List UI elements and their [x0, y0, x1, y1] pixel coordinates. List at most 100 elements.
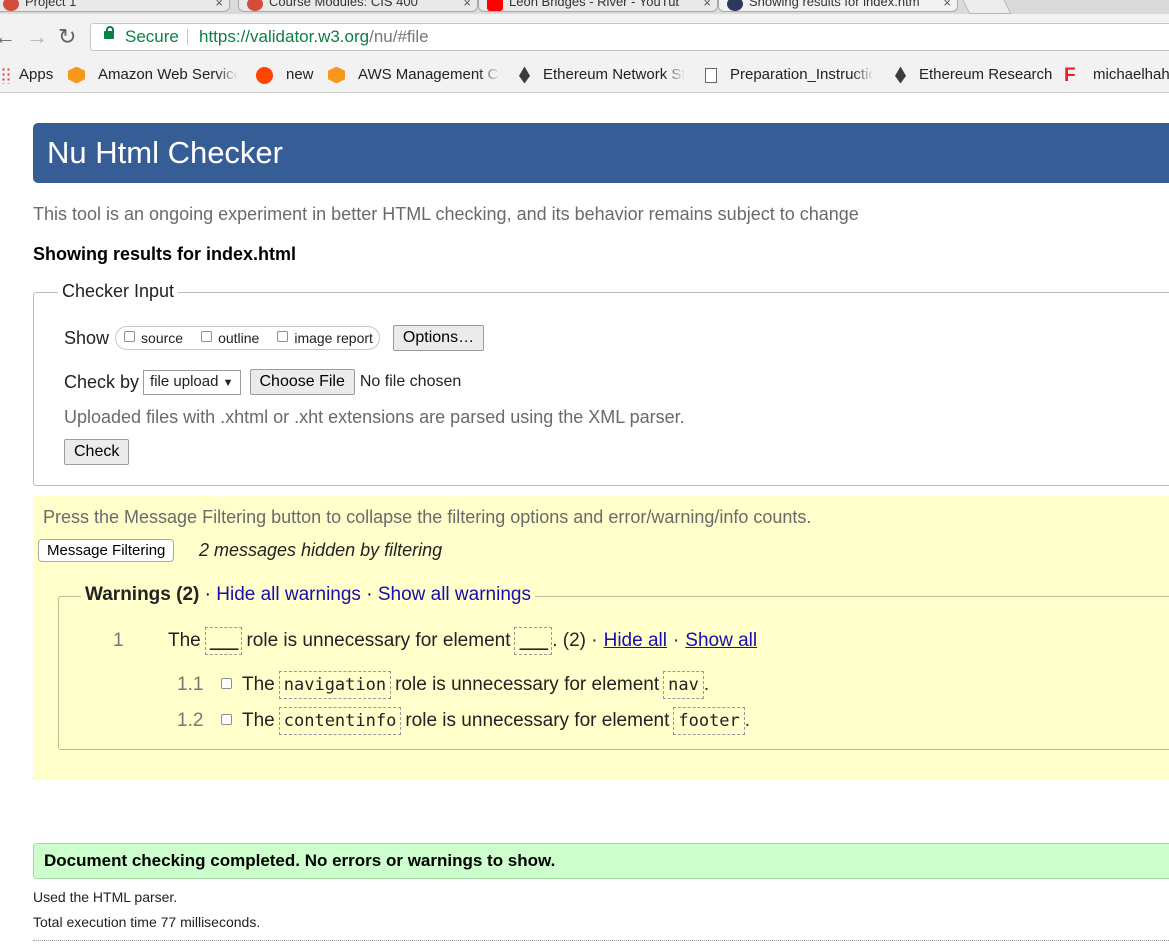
- tab-title: Leon Bridges - River - YouTube: [509, 0, 679, 9]
- bookmark-label: Preparation_Instructions: [730, 66, 874, 83]
- check-by-label: Check by: [64, 371, 140, 392]
- bookmark-new[interactable]: new: [256, 65, 314, 85]
- check-by-select[interactable]: file upload ▼: [143, 369, 241, 395]
- warning-message: 1.2 The contentinfo role is unnecessary …: [177, 707, 750, 735]
- group-number: 1: [113, 630, 124, 651]
- execution-time: Total execution time 77 milliseconds.: [33, 914, 261, 930]
- new-tab-button[interactable]: [960, 0, 1012, 14]
- results-heading: Showing results for index.html: [33, 244, 297, 264]
- hidden-messages-note: 2 messages hidden by filtering: [199, 540, 443, 560]
- browser-toolbar: ← → ↻ Secure https://validator.w3.org/nu…: [0, 14, 1169, 60]
- bookmark-label: michaelhah: [1093, 66, 1169, 83]
- intro-text: This tool is an ongoing experiment in be…: [33, 204, 859, 224]
- bookmark-ethereum-network-status[interactable]: Ethereum Network Status: [519, 65, 689, 85]
- show-row: Show source outline image report Options…: [64, 325, 485, 351]
- ethereum-icon: [519, 66, 530, 84]
- reload-icon[interactable]: ↻: [58, 24, 76, 50]
- address-bar[interactable]: Secure https://validator.w3.org/nu/#file: [90, 23, 1169, 51]
- tab-close-icon[interactable]: ×: [215, 0, 223, 10]
- message-number: 1.1: [177, 674, 204, 695]
- message-filtering-button[interactable]: Message Filtering: [38, 539, 175, 562]
- tab-title: Showing results for index.html: [749, 0, 919, 9]
- message-checkbox[interactable]: [221, 677, 232, 689]
- image-report-checkbox[interactable]: [277, 330, 289, 342]
- message-end: .: [703, 674, 710, 695]
- bookmark-ethereum-research[interactable]: Ethereum Research: [895, 65, 1052, 85]
- hide-all-warnings-link[interactable]: Hide all warnings: [216, 584, 361, 605]
- tab-close-icon[interactable]: ×: [943, 0, 951, 10]
- tab-title: Project 1: [25, 0, 77, 9]
- element-code: footer: [673, 707, 745, 735]
- message-end: .: [744, 710, 751, 731]
- apps-grid-icon: [0, 66, 10, 84]
- aws-cube-icon: [328, 66, 345, 84]
- check-by-value: file upload: [150, 372, 219, 390]
- outline-checkbox[interactable]: [201, 330, 213, 342]
- message-text: The: [168, 630, 201, 651]
- tab-title: Course Modules: CIS 400: [269, 0, 418, 9]
- ethereum-icon: [895, 66, 906, 84]
- bookmark-michaelhah[interactable]: F michaelhah: [1064, 65, 1169, 85]
- hide-all-link[interactable]: Hide all: [604, 630, 667, 652]
- source-checkbox[interactable]: [124, 330, 136, 342]
- tab-youtube[interactable]: Leon Bridges - River - YouTube ×: [478, 0, 718, 12]
- show-options-group: source outline image report: [115, 326, 380, 350]
- choose-file-button[interactable]: Choose File: [249, 369, 355, 395]
- url-path: /nu/#file: [369, 27, 429, 46]
- w3c-favicon-icon: [727, 0, 743, 11]
- checker-input-legend: Checker Input: [58, 281, 179, 302]
- tab-course-modules[interactable]: Course Modules: CIS 400 ×: [238, 0, 478, 12]
- group-count: . (2) ·: [552, 630, 598, 651]
- message-text: role is unnecessary for element: [405, 710, 670, 731]
- bookmark-apps[interactable]: Apps: [0, 65, 53, 85]
- completion-status: Document checking completed. No errors o…: [33, 843, 1169, 879]
- warning-message: 1.1 The navigation role is unnecessary f…: [177, 671, 709, 699]
- show-all-link[interactable]: Show all: [685, 630, 757, 652]
- element-placeholder: ___: [514, 627, 553, 655]
- bookmark-label: Ethereum Research: [919, 66, 1053, 83]
- warnings-title: Warnings (2): [85, 584, 200, 605]
- bookmark-label: Apps: [19, 66, 54, 83]
- tab-validator-active[interactable]: Showing results for index.html ×: [718, 0, 958, 12]
- show-option-label: image report: [294, 330, 373, 346]
- warnings-fieldset: Warnings (2) · Hide all warnings · Show …: [58, 584, 1169, 750]
- show-image-report-option[interactable]: image report: [273, 330, 373, 346]
- check-button[interactable]: Check: [64, 439, 130, 465]
- separator-dot: ·: [204, 584, 211, 605]
- bookmark-preparation-instructions[interactable]: Preparation_Instructions: [705, 65, 877, 85]
- separator-dot: ·: [366, 584, 373, 605]
- tab-close-icon[interactable]: ×: [463, 0, 471, 10]
- show-source-option[interactable]: source: [120, 330, 183, 346]
- show-all-warnings-link[interactable]: Show all warnings: [378, 584, 531, 605]
- forward-arrow-icon[interactable]: →: [26, 24, 48, 50]
- reddit-icon: [256, 66, 273, 84]
- role-code: navigation: [278, 671, 392, 699]
- bookmark-amazon-web-services[interactable]: Amazon Web Services: [68, 65, 240, 85]
- parser-info: Used the HTML parser.: [33, 889, 178, 905]
- role-code: contentinfo: [278, 707, 402, 735]
- show-label: Show: [64, 327, 110, 348]
- warning-group: 1 The ___ role is unnecessary for elemen…: [113, 627, 757, 655]
- tab-project-1[interactable]: Project 1 ×: [0, 0, 230, 12]
- footer-divider: [33, 940, 1169, 941]
- message-text: The: [242, 710, 275, 731]
- canvas-favicon-icon: [247, 0, 263, 11]
- tab-close-icon[interactable]: ×: [703, 0, 711, 10]
- message-text: role is unnecessary for element: [246, 630, 511, 651]
- message-text: The: [242, 674, 275, 695]
- show-option-label: outline: [218, 330, 260, 346]
- message-text: role is unnecessary for element: [395, 674, 660, 695]
- bookmark-aws-management-console[interactable]: AWS Management Console: [328, 65, 500, 85]
- check-by-row: Check by file upload ▼ Choose File No fi…: [64, 369, 461, 395]
- message-checkbox[interactable]: [221, 713, 232, 725]
- options-button[interactable]: Options…: [392, 325, 485, 351]
- xml-parser-note: Uploaded files with .xhtml or .xht exten…: [64, 407, 685, 427]
- bookmark-label: new: [286, 66, 314, 83]
- document-icon: [705, 67, 717, 83]
- url-host: https://validator.w3.org: [199, 27, 370, 46]
- tab-strip: Project 1 × Course Modules: CIS 400 × Le…: [0, 0, 1169, 14]
- back-arrow-icon[interactable]: ←: [0, 24, 16, 50]
- filter-instruction: Press the Message Filtering button to co…: [43, 507, 812, 527]
- show-outline-option[interactable]: outline: [197, 330, 259, 346]
- message-number: 1.2: [177, 710, 204, 731]
